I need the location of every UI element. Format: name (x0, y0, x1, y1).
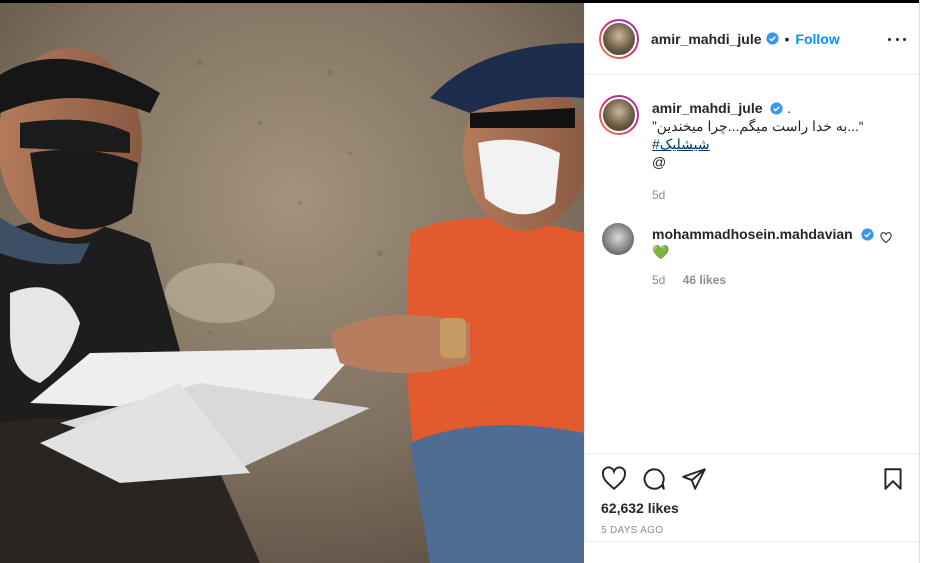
comment-meta: 5d 46 likes (652, 273, 726, 287)
post-header: amir_mahdi_jule • Follow (585, 3, 920, 75)
photo-illustration (0, 3, 584, 563)
comment-text: mohammadhosein.mahdavian 💚 (652, 225, 882, 261)
comment-time[interactable]: 5d (652, 273, 665, 287)
caption-line: “...به خدا راست میگم...چرا میخندین” (652, 118, 864, 134)
comment-likes[interactable]: 46 likes (683, 273, 726, 287)
share-send-icon[interactable] (681, 466, 707, 492)
caption-time[interactable]: 5d (652, 188, 665, 202)
post-likes-count[interactable]: 62,632 likes (601, 500, 679, 516)
comment-like-heart-icon[interactable] (880, 232, 892, 244)
caption-text: amir_mahdi_jule . “...به خدا راست میگم..… (652, 99, 902, 171)
caption-username[interactable]: amir_mahdi_jule (652, 100, 763, 116)
author-avatar[interactable] (599, 18, 639, 59)
post-photo[interactable] (0, 3, 584, 563)
verified-badge-icon (765, 32, 779, 45)
caption-trailing: . (787, 100, 792, 116)
instagram-post-window: amir_mahdi_jule • Follow amir_mahdi_jule… (0, 0, 927, 563)
header-separator: • (784, 30, 790, 47)
comments-section: amir_mahdi_jule . “...به خدا راست میگم..… (585, 76, 920, 452)
verified-badge-icon (861, 228, 874, 241)
caption-mention: @ (652, 154, 667, 170)
add-comment-strip[interactable] (584, 541, 919, 563)
window-edge (919, 0, 927, 563)
caption-avatar[interactable] (599, 95, 639, 135)
like-heart-icon[interactable] (601, 466, 627, 492)
comment-body: 💚 (652, 244, 670, 260)
caption-hashtag[interactable]: #شیشلیک (652, 135, 710, 153)
bookmark-save-icon[interactable] (880, 466, 906, 492)
more-options-icon[interactable] (888, 29, 906, 49)
comment-bubble-icon[interactable] (641, 466, 667, 492)
follow-button[interactable]: Follow (795, 31, 839, 47)
post-side-panel: amir_mahdi_jule • Follow amir_mahdi_jule… (584, 3, 920, 541)
post-actions: 62,632 likes 5 DAYS AGO (585, 453, 920, 541)
verified-badge-icon (770, 102, 783, 115)
author-username[interactable]: amir_mahdi_jule (651, 31, 762, 47)
commenter-avatar[interactable] (602, 223, 634, 255)
post-timestamp[interactable]: 5 DAYS AGO (601, 525, 663, 536)
commenter-username[interactable]: mohammadhosein.mahdavian (652, 226, 853, 242)
